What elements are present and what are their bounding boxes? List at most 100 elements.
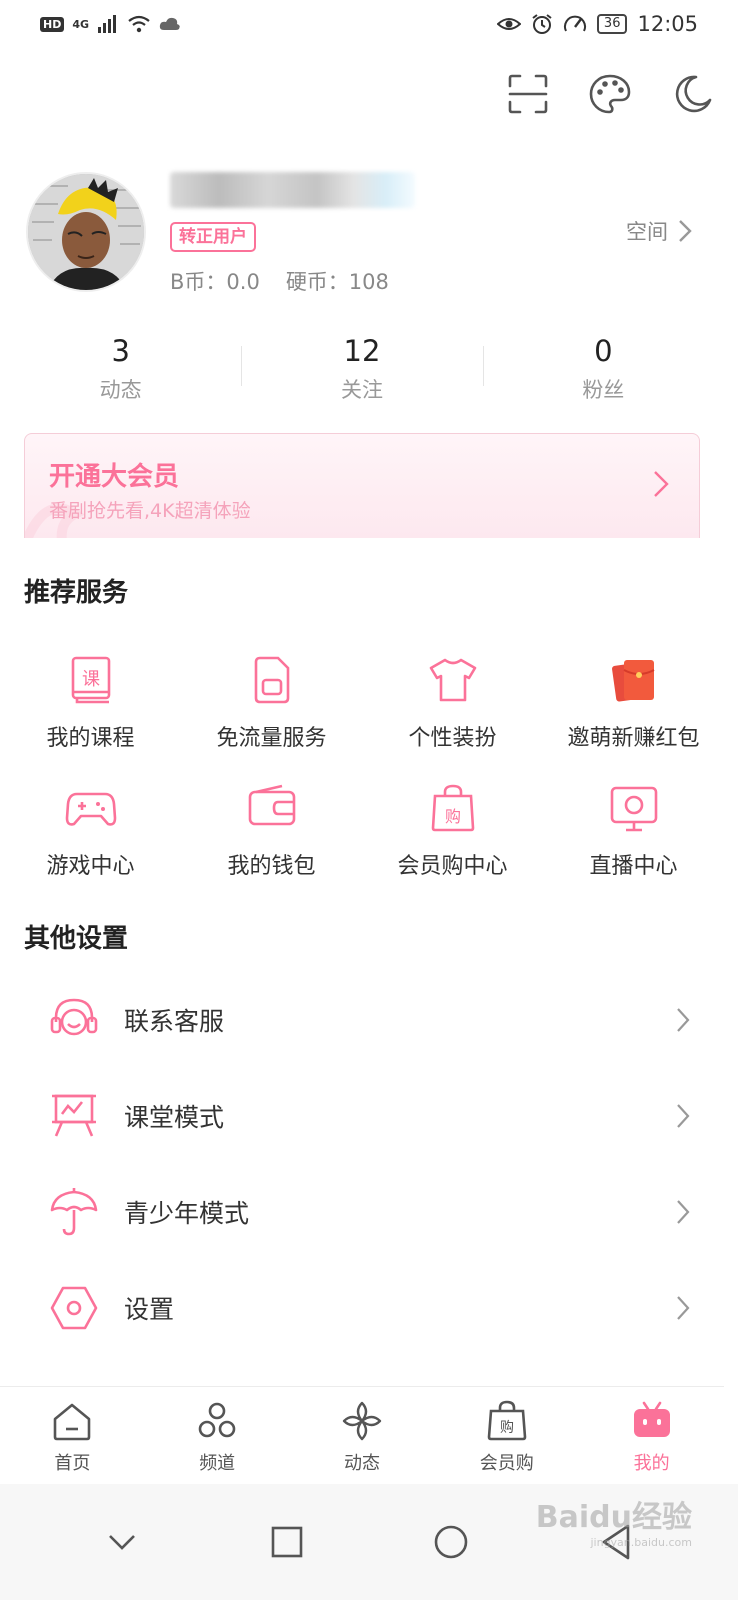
wifi-icon: [128, 15, 150, 33]
tv-live-icon: [610, 786, 657, 832]
umbrella-icon: [50, 1188, 98, 1236]
clock: 12:05: [637, 12, 698, 36]
services-row-2: 游戏中心 我的钱包 购 会员购中心 直播中心: [0, 774, 724, 880]
hd-indicator: HD: [40, 16, 65, 32]
chevron-right-icon: [679, 220, 692, 242]
service-label: 我的课程: [46, 726, 135, 751]
service-label: 直播中心: [589, 854, 678, 879]
chevron-right-icon: [677, 1104, 690, 1128]
presentation-board-icon: [52, 1094, 96, 1137]
row-settings[interactable]: 设置: [0, 1260, 724, 1356]
chevron-right-icon: [677, 1008, 690, 1032]
nav-channel[interactable]: 频道: [145, 1387, 290, 1485]
nav-home[interactable]: 首页: [0, 1387, 145, 1485]
row-label: 联系客服: [124, 1007, 225, 1036]
space-label: 空间: [626, 220, 668, 244]
chevron-right-icon: [654, 471, 669, 497]
stat-value: 0: [594, 334, 613, 368]
nav-dynamics[interactable]: 动态: [290, 1387, 435, 1485]
watermark-text: Baidu经验: [535, 1500, 692, 1535]
other-settings-title: 其他设置: [24, 924, 129, 954]
service-game-center[interactable]: 游戏中心: [0, 774, 181, 880]
shopping-bag-icon: 购: [431, 784, 474, 832]
red-envelope-icon: [611, 660, 654, 702]
vip-title: 开通大会员: [49, 462, 180, 492]
nav-label: 动态: [343, 1453, 380, 1474]
gamepad-icon: [65, 792, 116, 826]
b-coin-balance: B币：0.0: [170, 270, 260, 294]
stat-following[interactable]: 12 关注: [241, 332, 482, 412]
profile-stats: 3 动态 12 关注 0 粉丝: [0, 332, 724, 412]
watermark-url: jingyan.baidu.com: [590, 1536, 692, 1549]
row-classroom-mode[interactable]: 课堂模式: [0, 1068, 724, 1164]
service-live-center[interactable]: 直播中心: [543, 774, 724, 880]
stat-label: 粉丝: [582, 378, 625, 402]
vip-subtitle: 番剧抢先看,4K超清体验: [49, 500, 251, 522]
service-member-shop[interactable]: 购 会员购中心: [362, 774, 543, 880]
nav-label: 我的: [633, 1453, 670, 1474]
recommended-section-title: 推荐服务: [24, 578, 129, 608]
svg-text:购: 购: [444, 807, 460, 826]
wallet-icon: [248, 784, 295, 826]
service-label: 我的钱包: [227, 854, 316, 879]
status-left: HD 4G: [40, 14, 181, 34]
avatar[interactable]: [26, 172, 146, 292]
palette-icon[interactable]: [588, 72, 632, 116]
service-label: 游戏中心: [46, 854, 135, 879]
service-personal-style[interactable]: 个性装扮: [362, 646, 543, 752]
coin-balance: B币：0.0 硬币：108: [170, 266, 389, 296]
stat-label: 关注: [340, 378, 383, 402]
sim-card-icon: [254, 656, 289, 704]
course-book-icon: 课: [71, 656, 110, 704]
moon-icon[interactable]: [670, 72, 714, 116]
stat-label: 动态: [99, 378, 142, 402]
status-bar: HD 4G 36 12:05: [0, 0, 738, 52]
nav-label: 频道: [199, 1453, 236, 1474]
stat-value: 12: [343, 334, 381, 368]
row-youth-mode[interactable]: 青少年模式: [0, 1164, 724, 1260]
svg-text:购: 购: [500, 1420, 514, 1436]
watermark: Baidu经验 jingyan.baidu.com: [536, 1492, 692, 1549]
status-right: 36 12:05: [496, 12, 698, 36]
status-badge: 转正用户: [170, 222, 256, 252]
row-label: 课堂模式: [124, 1103, 225, 1132]
settings-hex-icon: [50, 1286, 98, 1330]
alarm-icon: [532, 14, 552, 34]
stat-fans[interactable]: 0 粉丝: [482, 332, 724, 412]
nav-mine[interactable]: 我的: [579, 1387, 724, 1485]
vip-banner[interactable]: 开通大会员 番剧抢先看,4K超清体验: [24, 433, 700, 538]
row-contact-service[interactable]: 联系客服: [0, 972, 724, 1068]
service-label: 邀萌新赚红包: [567, 726, 700, 751]
nav-label: 首页: [54, 1453, 91, 1474]
nav-label: 会员购: [479, 1453, 534, 1474]
service-label: 个性装扮: [408, 726, 497, 751]
tshirt-icon: [429, 658, 476, 702]
service-free-data[interactable]: 免流量服务: [181, 646, 362, 752]
row-label: 设置: [124, 1295, 175, 1324]
service-label: 免流量服务: [216, 726, 327, 751]
signal-icon: [98, 15, 117, 33]
cloud-icon: [159, 17, 180, 30]
service-label: 会员购中心: [397, 854, 508, 879]
chevron-down-icon[interactable]: [102, 1522, 142, 1562]
stat-value: 3: [111, 334, 130, 368]
headset-icon: [50, 998, 98, 1036]
row-label: 青少年模式: [124, 1199, 250, 1228]
chevron-right-icon: [677, 1200, 690, 1224]
shopping-bag-icon: 购: [487, 1400, 527, 1441]
speed-gauge-icon: [563, 15, 586, 32]
network-type: 4G: [72, 17, 90, 31]
service-invite-red-packet[interactable]: 邀萌新赚红包: [543, 646, 724, 752]
home-circle-icon[interactable]: [431, 1522, 471, 1562]
bottom-nav: 首页 频道 动态 购 会员购 我的: [0, 1386, 724, 1485]
recent-apps-icon[interactable]: [267, 1522, 307, 1562]
tv-mascot-icon: [633, 1401, 670, 1437]
service-wallet[interactable]: 我的钱包: [181, 774, 362, 880]
channel-icon: [198, 1402, 236, 1438]
stat-dynamics[interactable]: 3 动态: [0, 332, 241, 412]
avatar-image: [28, 174, 144, 290]
service-my-course[interactable]: 课 我的课程: [0, 646, 181, 752]
nav-member-shop[interactable]: 购 会员购: [434, 1387, 579, 1485]
space-link[interactable]: 空间: [626, 216, 692, 246]
scan-icon[interactable]: [506, 72, 550, 116]
